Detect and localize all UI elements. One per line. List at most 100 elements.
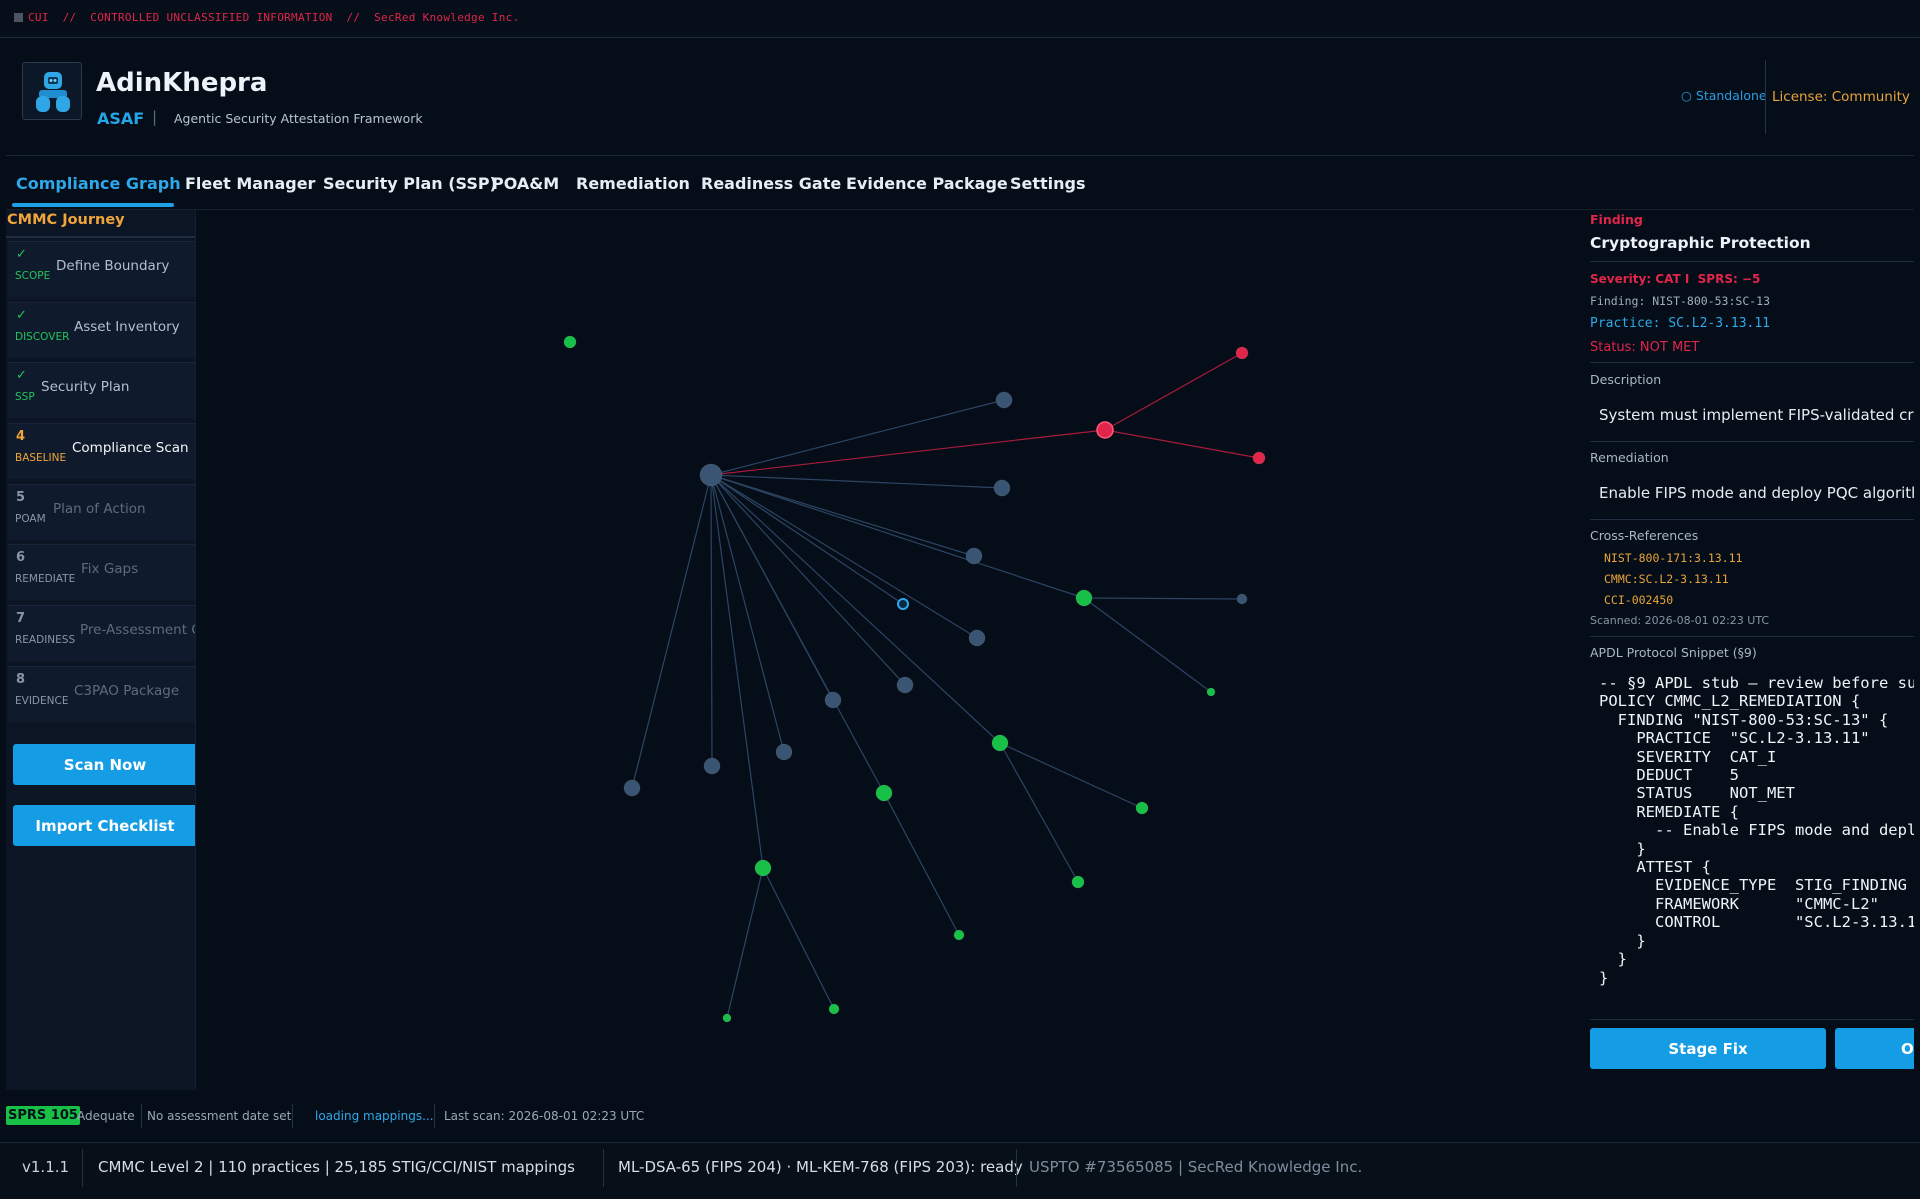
app-version: v1.1.1 bbox=[22, 1158, 70, 1176]
graph-node[interactable] bbox=[968, 629, 986, 647]
graph-node[interactable] bbox=[775, 743, 793, 761]
legal-info: USPTO #73565085 | SecRed Knowledge Inc. bbox=[1029, 1158, 1363, 1176]
tab-evidence-package[interactable]: Evidence Package bbox=[846, 174, 1008, 193]
step-code: SSP bbox=[15, 391, 35, 403]
scan-now-button[interactable]: Scan Now bbox=[13, 744, 195, 785]
compliance-graph-canvas[interactable] bbox=[196, 210, 1582, 1090]
graph-node[interactable] bbox=[824, 691, 842, 709]
journey-step-remediate[interactable]: 6 REMEDIATE Fix Gaps bbox=[8, 544, 195, 600]
finding-practice[interactable]: Practice: SC.L2-3.13.11 bbox=[1590, 316, 1770, 331]
graph-edge bbox=[710, 474, 1001, 744]
graph-node[interactable] bbox=[703, 757, 721, 775]
graph-node-not-met[interactable] bbox=[1252, 451, 1266, 465]
step-code: POAM bbox=[15, 513, 46, 525]
graph-node-met[interactable] bbox=[953, 929, 965, 941]
xref-item[interactable]: CCI-002450 bbox=[1604, 593, 1673, 607]
footer-divider bbox=[603, 1149, 604, 1187]
tab-readiness-gate[interactable]: Readiness Gate bbox=[701, 174, 841, 193]
tab-fleet-manager[interactable]: Fleet Manager bbox=[185, 174, 315, 193]
graph-node-met[interactable] bbox=[875, 784, 893, 802]
check-icon: ✓ bbox=[16, 368, 27, 383]
graph-node-met[interactable] bbox=[828, 1003, 840, 1015]
step-name: Plan of Action bbox=[53, 501, 146, 517]
graph-edge bbox=[999, 742, 1079, 883]
license-badge[interactable]: License: Community bbox=[1772, 89, 1910, 105]
graph-node-met[interactable] bbox=[1075, 589, 1093, 607]
compliance-graph-svg[interactable] bbox=[196, 210, 1582, 1090]
graph-node[interactable] bbox=[965, 547, 983, 565]
graph-node-met[interactable] bbox=[722, 1013, 732, 1023]
journey-step-ssp[interactable]: ✓ SSP Security Plan bbox=[8, 362, 195, 418]
tab-settings[interactable]: Settings bbox=[1010, 174, 1086, 193]
graph-edge bbox=[1083, 597, 1243, 600]
app-footer: v1.1.1 CMMC Level 2 | 110 practices | 25… bbox=[0, 1142, 1920, 1199]
graph-node-met[interactable] bbox=[563, 335, 577, 349]
graph-node[interactable] bbox=[995, 391, 1013, 409]
assessment-date: No assessment date set bbox=[147, 1109, 292, 1123]
sprs-rating: Adequate bbox=[77, 1109, 135, 1123]
step-code: BASELINE bbox=[15, 452, 67, 464]
journey-step-baseline[interactable]: 4 BASELINE Compliance Scan bbox=[8, 423, 195, 479]
graph-node-met[interactable] bbox=[1135, 801, 1149, 815]
stage-fix-button[interactable]: Stage Fix bbox=[1590, 1028, 1826, 1069]
finding-label: Finding bbox=[1590, 212, 1643, 227]
journey-step-readiness[interactable]: 7 READINESS Pre-Assessment Gate bbox=[8, 605, 195, 661]
journey-step-discover[interactable]: ✓ DISCOVER Asset Inventory bbox=[8, 302, 195, 358]
status-divider bbox=[434, 1104, 435, 1128]
graph-edge bbox=[999, 742, 1143, 809]
step-code: REMEDIATE bbox=[15, 573, 76, 585]
last-scan: Last scan: 2026-08-01 02:23 UTC bbox=[444, 1109, 645, 1123]
graph-node-not-met[interactable] bbox=[1096, 421, 1114, 439]
graph-node[interactable] bbox=[897, 598, 909, 610]
tab-poam[interactable]: POA&M bbox=[492, 174, 559, 193]
mappings-status: loading mappings... bbox=[315, 1109, 434, 1123]
journey-sidebar: CMMC Journey ✓ SCOPE Define Boundary ✓ D… bbox=[6, 210, 196, 1090]
framework-info: CMMC Level 2 | 110 practices | 25,185 ST… bbox=[98, 1158, 575, 1176]
graph-node[interactable] bbox=[623, 779, 641, 797]
app-abbreviation: ASAF bbox=[97, 109, 145, 128]
panel-divider bbox=[1590, 441, 1914, 442]
cui-banner: CUI // CONTROLLED UNCLASSIFIED INFORMATI… bbox=[0, 0, 1920, 38]
journey-step-scope[interactable]: ✓ SCOPE Define Boundary bbox=[8, 241, 195, 297]
graph-node-not-met[interactable] bbox=[1235, 346, 1249, 360]
graph-node[interactable] bbox=[993, 479, 1011, 497]
graph-node[interactable] bbox=[1236, 593, 1248, 605]
graph-node-met[interactable] bbox=[991, 734, 1009, 752]
cui-label: CUI // CONTROLLED UNCLASSIFIED INFORMATI… bbox=[28, 11, 520, 24]
step-number: 5 bbox=[16, 490, 26, 505]
tab-security-plan[interactable]: Security Plan (SSP) bbox=[323, 174, 497, 193]
graph-node[interactable] bbox=[896, 676, 914, 694]
secondary-action-button[interactable]: O bbox=[1835, 1028, 1914, 1069]
journey-title-divider bbox=[6, 236, 195, 238]
tab-compliance-graph[interactable]: Compliance Graph bbox=[16, 174, 181, 193]
footer-divider bbox=[1016, 1149, 1017, 1187]
finding-detail-panel: Finding Cryptographic Protection Severit… bbox=[1590, 210, 1914, 1090]
step-number: 7 bbox=[16, 611, 26, 626]
journey-step-evidence[interactable]: 8 EVIDENCE C3PAO Package bbox=[8, 666, 195, 722]
app-name: AdinKhepra bbox=[96, 68, 268, 98]
journey-step-poam[interactable]: 5 POAM Plan of Action bbox=[8, 484, 195, 540]
step-number: 8 bbox=[16, 672, 26, 687]
graph-edge bbox=[710, 399, 1005, 476]
graph-edge bbox=[1083, 597, 1212, 693]
active-tab-indicator bbox=[12, 203, 174, 207]
xref-item[interactable]: CMMC:SC.L2-3.13.11 bbox=[1604, 572, 1729, 586]
check-icon: ✓ bbox=[16, 308, 27, 323]
apdl-snippet-code[interactable]: -- §9 APDL stub — review before submissi… bbox=[1599, 674, 1914, 987]
tab-remediation[interactable]: Remediation bbox=[576, 174, 690, 193]
import-checklist-button[interactable]: Import Checklist bbox=[13, 805, 195, 846]
step-name: Pre-Assessment Gate bbox=[80, 622, 195, 638]
graph-edge bbox=[631, 474, 712, 789]
xref-item[interactable]: NIST-800-171:3.13.11 bbox=[1604, 551, 1742, 565]
step-name: Fix Gaps bbox=[81, 561, 139, 577]
main-nav: Compliance Graph Fleet Manager Security … bbox=[6, 166, 1914, 210]
graph-edge bbox=[726, 867, 764, 1019]
step-number: 6 bbox=[16, 550, 26, 565]
step-name: Compliance Scan bbox=[72, 440, 189, 456]
description-text: System must implement FIPS-validated cry… bbox=[1599, 406, 1914, 424]
mode-indicator: ○ Standalone bbox=[1681, 88, 1767, 103]
graph-node-met[interactable] bbox=[754, 859, 772, 877]
graph-node-met[interactable] bbox=[1206, 687, 1216, 697]
graph-hub-node[interactable] bbox=[699, 463, 723, 487]
graph-node-met[interactable] bbox=[1071, 875, 1085, 889]
